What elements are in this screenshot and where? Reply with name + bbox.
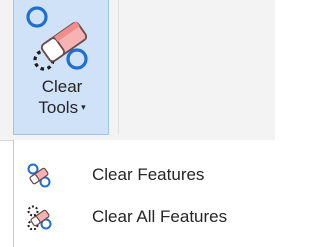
clear-tools-button[interactable]: Clear Tools ▾ (13, 0, 109, 135)
clear-tools-dropdown-menu: Clear Features Clear All Features (13, 140, 275, 247)
chevron-down-icon: ▾ (81, 101, 86, 112)
clear-tools-label-line1: Clear (41, 77, 83, 96)
clear-tools-label-line2: Tools ▾ (14, 98, 110, 119)
ribbon-panel: Clear Tools ▾ (0, 0, 275, 141)
menu-item-label: Clear All Features (92, 207, 228, 226)
clear-features-icon (27, 163, 51, 188)
menu-item-label: Clear Features (92, 165, 205, 184)
clear-tools-label-text: Tools (38, 98, 79, 117)
menu-item-clear-all-features[interactable]: Clear All Features (14, 198, 275, 236)
menu-item-clear-features[interactable]: Clear Features (14, 156, 275, 194)
clear-all-features-icon (27, 205, 52, 230)
eraser-with-shapes-icon (26, 6, 88, 71)
ribbon-separator (118, 0, 119, 135)
